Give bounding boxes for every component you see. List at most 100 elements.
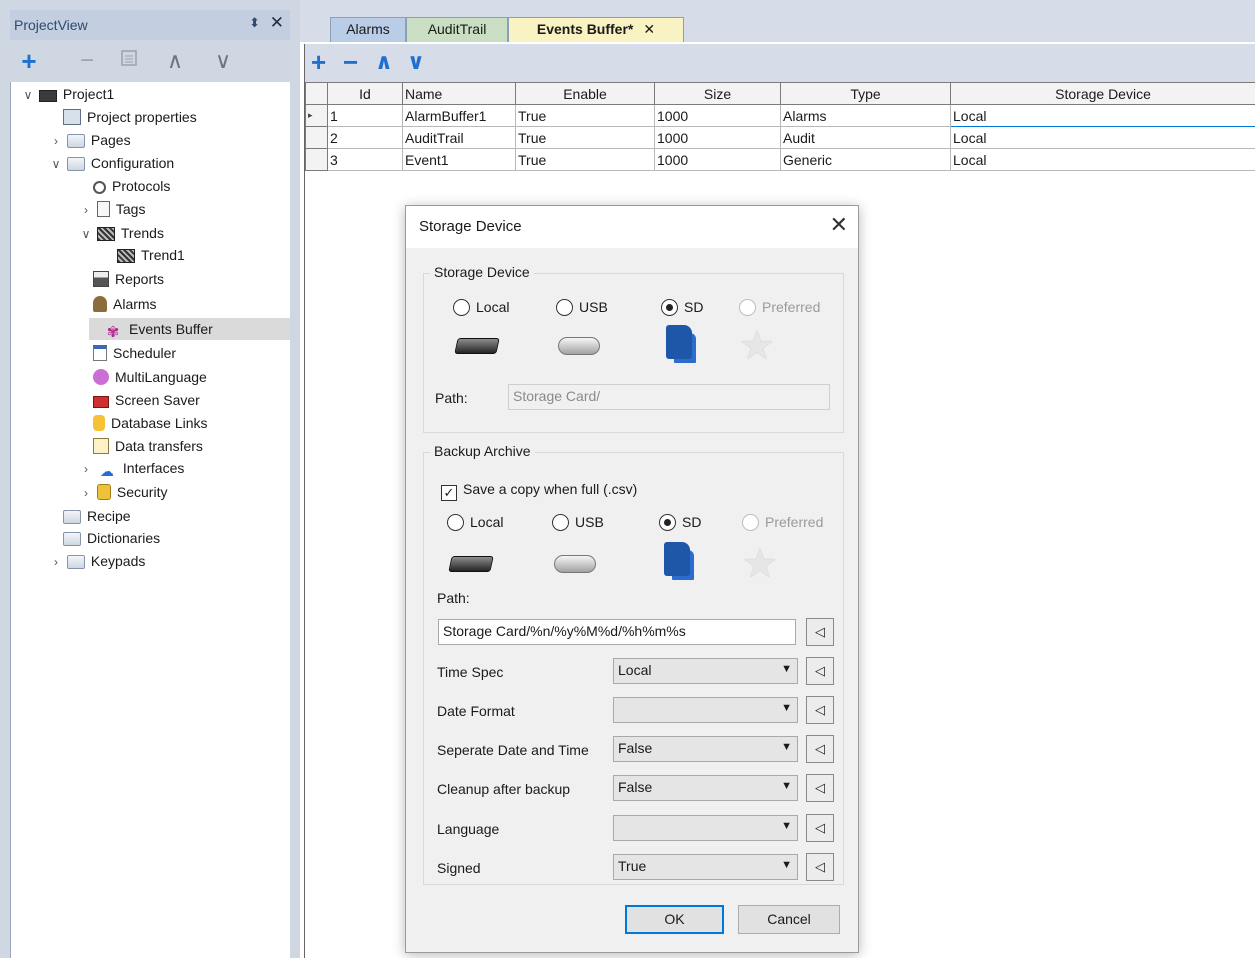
tree-node-recipe[interactable]: Recipe (63, 505, 131, 527)
tree-node-keypads[interactable]: › Keypads (49, 550, 145, 572)
storage-radio-sd[interactable]: SD (661, 299, 703, 316)
row-selector[interactable] (305, 148, 328, 171)
move-up-icon[interactable]: ∧ (375, 49, 393, 75)
tree-node-scheduler[interactable]: Scheduler (79, 342, 176, 364)
cell-size[interactable]: 1000 (654, 148, 781, 171)
tree-node-configuration[interactable]: ∨ Configuration (49, 152, 174, 174)
tree-node-data-transfers[interactable]: Data transfers (79, 435, 203, 457)
tree-node-project1[interactable]: ∨ Project1 (21, 83, 114, 105)
tree-node-multilanguage[interactable]: MultiLanguage (79, 366, 207, 388)
tag-icon[interactable]: ◁ (806, 618, 834, 646)
move-up-icon[interactable]: ∧ (162, 48, 188, 74)
close-panel-icon[interactable]: ✕ (270, 13, 284, 33)
cell-name[interactable]: AlarmBuffer1 (402, 104, 516, 127)
tree-node-database-links[interactable]: Database Links (79, 412, 208, 434)
language-select[interactable]: ▼ (613, 815, 798, 841)
column-header[interactable]: Id (327, 82, 403, 105)
separate-date-time-select[interactable]: False ▼ (613, 736, 798, 762)
save-copy-checkbox[interactable]: ✓ Save a copy when full (.csv) (441, 481, 637, 501)
column-header[interactable]: Storage Device (950, 82, 1255, 105)
tree-node-tags[interactable]: › Tags (79, 198, 145, 220)
tag-icon[interactable]: ◁ (806, 774, 834, 802)
column-header[interactable]: Type (780, 82, 951, 105)
cleanup-after-backup-select[interactable]: False ▼ (613, 775, 798, 801)
cell-enable[interactable]: True (515, 126, 655, 149)
cancel-button[interactable]: Cancel (738, 905, 840, 934)
add-row-icon[interactable]: + (311, 47, 326, 78)
cell-name[interactable]: AuditTrail (402, 126, 516, 149)
tag-icon[interactable]: ◁ (806, 657, 834, 685)
ok-button[interactable]: OK (625, 905, 724, 934)
date-format-select[interactable]: ▼ (613, 697, 798, 723)
cell-size[interactable]: 1000 (654, 126, 781, 149)
move-down-icon[interactable]: ∨ (210, 48, 236, 74)
signed-select[interactable]: True ▼ (613, 854, 798, 880)
backup-path-input[interactable]: Storage Card/%n/%y%M%d/%h%m%s (438, 619, 796, 645)
cell-name[interactable]: Event1 (402, 148, 516, 171)
backup-radio-sd[interactable]: SD (659, 514, 701, 531)
tab-events-buffer[interactable]: Events Buffer* ✕ (508, 17, 684, 42)
cell-storage-device[interactable]: Local (950, 104, 1255, 127)
tree-node-events-buffer[interactable]: ✾ Events Buffer (89, 318, 290, 341)
move-down-icon[interactable]: ∨ (407, 49, 425, 75)
cell-storage-device[interactable]: Local (950, 126, 1255, 149)
chevron-down-icon[interactable]: ∨ (79, 223, 93, 245)
chevron-down-icon[interactable]: ∨ (49, 153, 63, 175)
chevron-right-icon[interactable]: › (49, 130, 63, 152)
tag-icon[interactable]: ◁ (806, 814, 834, 842)
tag-icon[interactable]: ◁ (806, 735, 834, 763)
speech-bubble-icon (93, 369, 109, 385)
tree-node-screen-saver[interactable]: Screen Saver (79, 389, 200, 411)
tag-icon[interactable]: ◁ (806, 696, 834, 724)
tree-node-trend1[interactable]: Trend1 (117, 244, 185, 266)
tree-node-security[interactable]: › Security (79, 481, 167, 503)
storage-radio-local[interactable]: Local (453, 299, 509, 316)
remove-icon[interactable]: − (74, 48, 100, 74)
cell-id[interactable]: 1 (327, 104, 403, 127)
radio-indicator-selected (661, 299, 678, 316)
tree-node-pages[interactable]: › Pages (49, 129, 131, 151)
pin-icon[interactable]: ⬍ (249, 15, 260, 31)
column-header[interactable]: Enable (515, 82, 655, 105)
close-tab-icon[interactable]: ✕ (643, 21, 655, 37)
cell-storage-device[interactable]: Local (950, 148, 1255, 171)
cell-type[interactable]: Generic (780, 148, 951, 171)
tree-node-trends[interactable]: ∨ Trends (79, 222, 164, 244)
cell-type[interactable]: Alarms (780, 104, 951, 127)
table-row[interactable]: 3 Event1 True 1000 Generic Local (305, 148, 1255, 171)
column-header[interactable]: Size (654, 82, 781, 105)
chevron-right-icon[interactable]: › (79, 482, 93, 504)
tree-node-alarms[interactable]: Alarms (79, 293, 157, 315)
backup-radio-local[interactable]: Local (447, 514, 503, 531)
storage-radio-usb[interactable]: USB (556, 299, 608, 316)
tree-node-protocols[interactable]: Protocols (79, 175, 170, 197)
time-spec-select[interactable]: Local ▼ (613, 658, 798, 684)
cell-type[interactable]: Audit (780, 126, 951, 149)
chevron-down-icon[interactable]: ∨ (21, 84, 35, 106)
cell-enable[interactable]: True (515, 104, 655, 127)
chevron-right-icon[interactable]: › (79, 458, 93, 480)
close-icon[interactable]: ✕ (830, 212, 848, 238)
tab-audit-trail[interactable]: AuditTrail (406, 17, 508, 42)
tag-icon[interactable]: ◁ (806, 853, 834, 881)
table-row[interactable]: ▸ 1 AlarmBuffer1 True 1000 Alarms Local (305, 104, 1255, 127)
tree-node-project-properties[interactable]: Project properties (49, 106, 197, 128)
tree-node-dictionaries[interactable]: Dictionaries (63, 527, 160, 549)
table-row[interactable]: 2 AuditTrail True 1000 Audit Local (305, 126, 1255, 149)
add-icon[interactable]: + (16, 48, 42, 74)
row-selector[interactable] (305, 126, 328, 149)
row-selector-icon[interactable]: ▸ (305, 104, 328, 127)
tree-node-reports[interactable]: Reports (79, 268, 164, 290)
chevron-right-icon[interactable]: › (79, 199, 93, 221)
tab-alarms[interactable]: Alarms (330, 17, 406, 42)
chevron-right-icon[interactable]: › (49, 551, 63, 573)
remove-row-icon[interactable]: − (343, 47, 358, 78)
cell-id[interactable]: 2 (327, 126, 403, 149)
tree-node-interfaces[interactable]: › ☁ Interfaces (79, 457, 184, 479)
cell-id[interactable]: 3 (327, 148, 403, 171)
properties-icon[interactable] (116, 48, 142, 74)
cell-enable[interactable]: True (515, 148, 655, 171)
backup-radio-usb[interactable]: USB (552, 514, 604, 531)
column-header[interactable]: Name (402, 82, 516, 105)
cell-size[interactable]: 1000 (654, 104, 781, 127)
